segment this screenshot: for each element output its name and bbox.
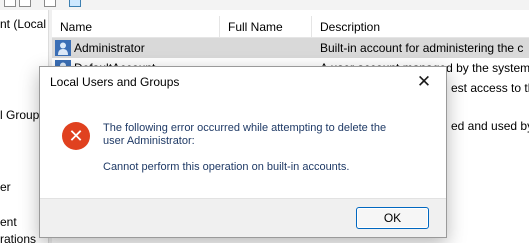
dialog-footer: OK — [40, 198, 446, 237]
ok-button[interactable]: OK — [356, 207, 429, 229]
list-header: Name Full Name Description — [52, 16, 529, 38]
tree-item-operations[interactable]: rations — [0, 232, 36, 243]
error-detail: Cannot perform this operation on built-i… — [103, 161, 350, 173]
cell-description: est access to the — [451, 81, 529, 95]
tree-item-management[interactable]: ent — [0, 215, 17, 229]
toolbar-properties-icon[interactable] — [44, 0, 56, 7]
toolbar-back-icon[interactable] — [4, 0, 16, 7]
tree-item-other[interactable]: er — [0, 180, 11, 194]
toolbar-view-icon[interactable] — [69, 0, 81, 7]
error-message-line2: user Administrator: — [103, 135, 195, 147]
close-icon[interactable]: ✕ — [410, 70, 438, 94]
error-dialog: Local Users and Groups ✕ ✕ The following… — [39, 66, 447, 238]
toolbar-folder-icon[interactable] — [19, 0, 31, 7]
dialog-body: ✕ The following error occurred while att… — [40, 97, 446, 198]
table-row[interactable]: Administrator Built-in account for admin… — [52, 38, 529, 58]
toolbar — [0, 0, 529, 10]
dialog-title: Local Users and Groups — [50, 75, 180, 89]
cell-full-name — [228, 38, 312, 58]
cell-description: ed and used by th — [451, 119, 529, 133]
cell-name: Administrator — [74, 41, 145, 55]
column-header-description[interactable]: Description — [312, 16, 529, 38]
error-message-line1: The following error occurred while attem… — [103, 122, 387, 134]
column-header-name[interactable]: Name — [52, 16, 220, 38]
user-icon — [55, 40, 71, 56]
cell-description: Built-in account for administering the c — [320, 41, 524, 55]
tree-item-root[interactable]: nt (Local — [0, 17, 46, 31]
column-header-full-name[interactable]: Full Name — [220, 16, 312, 38]
dialog-titlebar[interactable]: Local Users and Groups ✕ — [40, 67, 446, 97]
error-icon: ✕ — [62, 122, 90, 150]
